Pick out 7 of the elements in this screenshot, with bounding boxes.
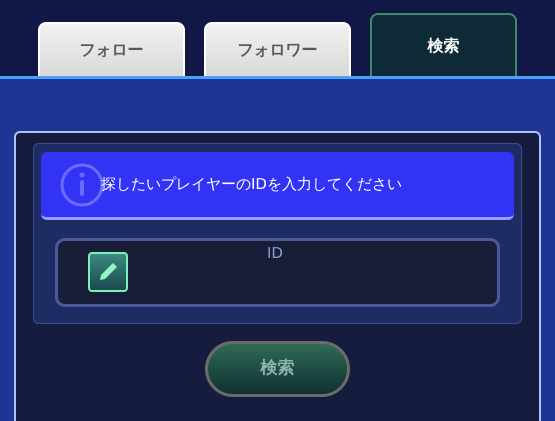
- tab[interactable]: 検索: [370, 13, 517, 76]
- tab[interactable]: フォロワー: [204, 22, 351, 76]
- field-label: ID: [267, 243, 283, 264]
- message-text: 探したいプレイヤーのIDを入力してください: [101, 174, 402, 196]
- pencil-icon: [88, 252, 128, 292]
- tab[interactable]: フォロー: [38, 22, 185, 76]
- id-input-field[interactable]: ID: [55, 238, 500, 307]
